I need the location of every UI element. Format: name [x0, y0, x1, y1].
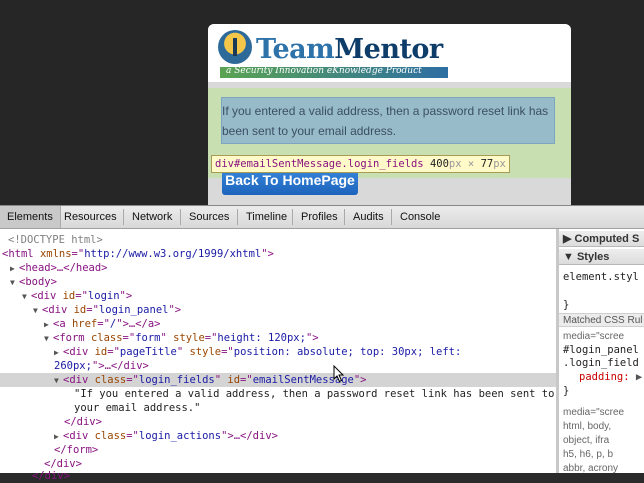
dom-a-href[interactable]: ▶ <a href="/">…</a> — [0, 317, 600, 331]
dom-head[interactable]: ▶ <head>…</head> — [0, 261, 566, 275]
devtools-tabbar: Elements Resources Network Sources Timel… — [0, 206, 644, 229]
tab-profiles[interactable]: Profiles — [294, 206, 345, 228]
expanded-triangle-icon[interactable]: ▼ — [10, 276, 19, 290]
tab-network[interactable]: Network — [125, 206, 179, 228]
rule-selector[interactable]: #login_panel — [563, 344, 639, 356]
tab-timeline[interactable]: Timeline — [239, 206, 294, 228]
rule-selector[interactable]: .login_field — [563, 357, 639, 369]
rule-media: media="scree — [563, 407, 625, 418]
dom-close-div[interactable]: </div> — [0, 415, 620, 429]
dom-div-email-sent-message-selected[interactable]: ▼ <div class="login_fields" id="emailSent… — [0, 373, 610, 387]
element-style-close: } — [563, 299, 570, 311]
dom-body[interactable]: ▼ <body> — [0, 275, 566, 289]
dom-close-form[interactable]: </form> — [0, 443, 610, 457]
styles-sidebar: ▶ Computed S ▼ Styles element.styl } Mat… — [559, 229, 644, 473]
collapsed-triangle-icon[interactable]: ▶ — [44, 318, 53, 332]
expanded-triangle-icon[interactable]: ▼ — [54, 374, 63, 388]
dom-text-node[interactable]: "If you entered a valid address, then a … — [0, 387, 630, 401]
rule-close: } — [563, 385, 570, 397]
dom-div-login-panel[interactable]: ▼ <div id="login_panel"> — [0, 303, 589, 317]
collapsed-triangle-icon: ▶ — [563, 233, 575, 245]
tab-elements[interactable]: Elements — [0, 206, 61, 228]
expand-triangle-icon[interactable]: ▶ — [630, 371, 642, 383]
logo-title: TeamMentor — [256, 34, 443, 65]
teammentor-logo: TeamMentor a Security Innovation eKnowle… — [208, 24, 571, 82]
inspect-tooltip: div#emailSentMessage.login_fields 400px … — [211, 155, 510, 173]
expanded-triangle-icon: ▼ — [563, 251, 577, 263]
logo-tagline: a Security Innovation eKnowledge Product — [226, 66, 422, 76]
collapsed-triangle-icon[interactable]: ▶ — [10, 262, 19, 276]
rule-selector[interactable]: object, ifra — [563, 435, 609, 446]
collapsed-triangle-icon[interactable]: ▶ — [54, 346, 63, 360]
login-panel: TeamMentor a Security Innovation eKnowle… — [208, 24, 571, 206]
dom-tree: <!DOCTYPE html> <html xmlns="http://www.… — [0, 229, 610, 482]
rule-media: media="scree — [563, 331, 625, 342]
dom-div-pagetitle[interactable]: ▶ <div id="pageTitle" style="position: ab… — [0, 345, 610, 359]
tab-separator — [237, 209, 238, 225]
computed-style-header[interactable]: ▶ Computed S — [559, 231, 644, 247]
expanded-triangle-icon[interactable]: ▼ — [22, 290, 31, 304]
tab-resources[interactable]: Resources — [57, 206, 124, 228]
styles-header[interactable]: ▼ Styles — [559, 249, 644, 265]
tab-separator — [292, 209, 293, 225]
padding-property[interactable]: padding: ▶ — [579, 371, 642, 383]
teammentor-logo-icon — [218, 30, 252, 64]
dom-html[interactable]: <html xmlns="http://www.w3.org/1999/xhtm… — [0, 247, 558, 261]
tab-separator — [391, 209, 392, 225]
dom-div-login-actions[interactable]: ▶ <div class="login_actions">…</div> — [0, 429, 610, 443]
tab-audits[interactable]: Audits — [346, 206, 391, 228]
rule-selector[interactable]: h5, h6, p, b — [563, 449, 613, 460]
page-preview: TeamMentor a Security Innovation eKnowle… — [0, 0, 644, 206]
tab-separator — [123, 209, 124, 225]
rule-selector[interactable]: html, body, — [563, 421, 611, 432]
devtools-panel: Elements Resources Network Sources Timel… — [0, 205, 644, 482]
dom-div-pagetitle-cont: 260px;">…</div> — [54, 360, 149, 372]
collapsed-triangle-icon[interactable]: ▶ — [54, 430, 63, 444]
dom-form[interactable]: ▼ <form class="form" style="height: 120px… — [0, 331, 600, 345]
tab-console[interactable]: Console — [393, 206, 447, 228]
tab-separator — [344, 209, 345, 225]
email-sent-message: If you entered a valid address, then a p… — [221, 97, 555, 144]
expanded-triangle-icon[interactable]: ▼ — [44, 332, 53, 346]
expanded-triangle-icon[interactable]: ▼ — [33, 304, 42, 318]
tab-separator — [180, 209, 181, 225]
dom-doctype[interactable]: <!DOCTYPE html> — [0, 233, 564, 247]
element-style-rule[interactable]: element.styl — [563, 271, 639, 283]
tab-sources[interactable]: Sources — [182, 206, 236, 228]
matched-css-rules-header: Matched CSS Rul — [559, 313, 644, 327]
dom-text-node-cont: your email address." — [74, 402, 201, 414]
mouse-pointer-icon — [333, 365, 345, 383]
dom-div-login[interactable]: ▼ <div id="login"> — [0, 289, 578, 303]
dom-close-div[interactable]: </div> — [0, 469, 588, 483]
tooltip-selector: div#emailSentMessage.login_fields — [215, 158, 424, 170]
